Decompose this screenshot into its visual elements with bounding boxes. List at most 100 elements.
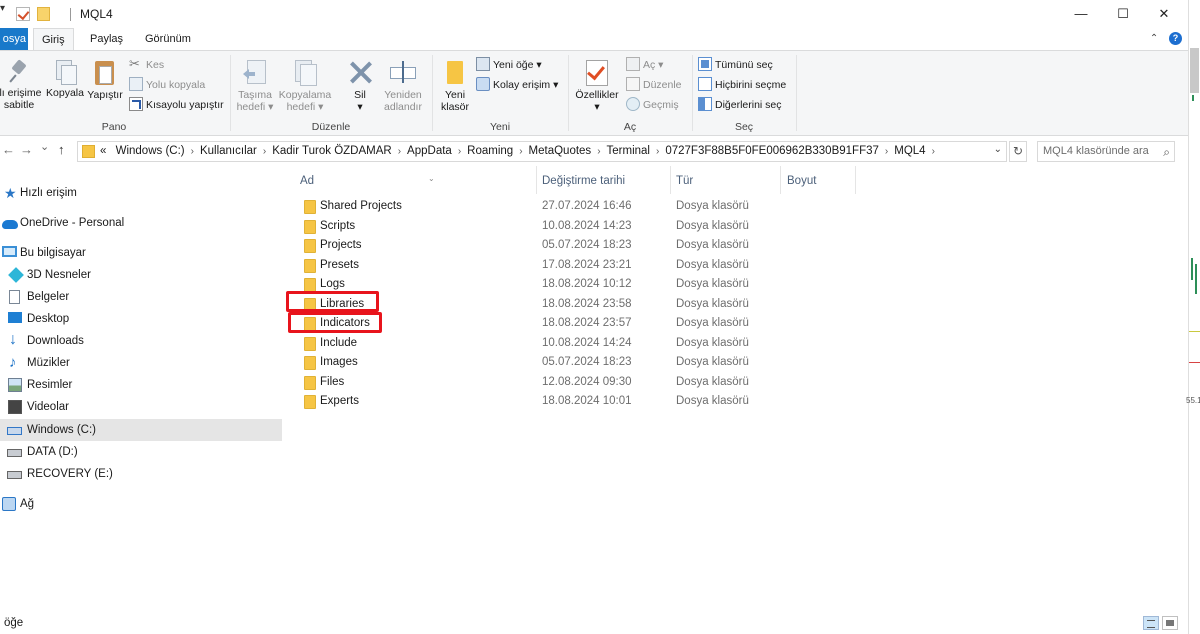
properties-quick-icon[interactable] (16, 7, 30, 21)
search-icon[interactable]: ⌕ (1163, 145, 1170, 160)
new-folder-button[interactable]: Yeni klasör (436, 54, 474, 113)
breadcrumb-item[interactable]: Roaming (467, 145, 513, 157)
sidebar-item-3d-objects[interactable]: 3D Nesneler (0, 264, 282, 286)
history-button[interactable]: Geçmiş (626, 96, 679, 114)
new-item-button[interactable]: Yeni öğe ▾ (476, 56, 542, 74)
refresh-button[interactable]: ↻ (1009, 141, 1027, 162)
table-row[interactable]: Indicators 18.08.2024 23:57 Dosya klasörü (282, 314, 1188, 333)
search-input[interactable] (1043, 145, 1153, 157)
copy-to-button[interactable]: Kopyalama hedefi ▾ (278, 54, 332, 113)
table-row[interactable]: Scripts 10.08.2024 14:23 Dosya klasörü (282, 217, 1188, 236)
details-view-icon[interactable] (1143, 616, 1159, 630)
scrollbar-thumb[interactable] (1190, 48, 1199, 93)
address-bar[interactable]: « Windows (C:) › Kullanıcılar › Kadir Turok … (77, 141, 1007, 162)
file-name: Include (320, 336, 358, 349)
breadcrumb-item[interactable]: AppData (407, 145, 452, 157)
sidebar-item-label: Videolar (27, 401, 69, 413)
breadcrumb-separator-icon[interactable]: › (519, 146, 522, 157)
sidebar-item-windows-c[interactable]: Windows (C:) (0, 419, 282, 441)
paste-button[interactable]: Yapıştır (86, 54, 124, 101)
table-row[interactable]: Logs 18.08.2024 10:12 Dosya klasörü (282, 275, 1188, 294)
breadcrumb-separator-icon[interactable]: › (263, 146, 266, 157)
breadcrumb-separator-icon[interactable]: › (191, 146, 194, 157)
pin-icon (8, 58, 30, 84)
sidebar-item-music[interactable]: Müzikler (0, 352, 282, 374)
rename-button[interactable]: Yeniden adlandır (380, 54, 426, 113)
copy-button[interactable]: Kopyala (45, 54, 85, 99)
breadcrumb-separator-icon[interactable]: › (398, 146, 401, 157)
sidebar-item-onedrive[interactable]: OneDrive - Personal (0, 212, 282, 234)
paste-shortcut-button[interactable]: Kısayolu yapıştır (129, 96, 224, 114)
delete-button[interactable]: Sil ▾ (340, 54, 380, 113)
recent-locations-icon[interactable]: ⌄ (40, 140, 49, 153)
move-to-button[interactable]: Taşıma hedefi ▾ (234, 54, 276, 113)
table-row[interactable]: Shared Projects 27.07.2024 16:46 Dosya kla… (282, 197, 1188, 216)
sidebar-item-this-pc[interactable]: Bu bilgisayar (0, 242, 282, 264)
easy-access-button[interactable]: Kolay erişim ▾ (476, 76, 558, 94)
breadcrumb-item[interactable]: MQL4 (894, 145, 925, 157)
search-box[interactable]: ⌕ (1037, 141, 1175, 162)
column-divider[interactable] (536, 166, 537, 194)
sidebar-item-quick-access[interactable]: Hızlı erişim (0, 182, 282, 204)
column-header-size[interactable]: Boyut (787, 169, 855, 193)
table-row[interactable]: Files 12.08.2024 09:30 Dosya klasörü (282, 373, 1188, 392)
edit-button[interactable]: Düzenle (626, 76, 682, 94)
quick-access-toolbar-dropdown[interactable]: ▾ (0, 3, 5, 14)
select-none-button[interactable]: Hiçbirini seçme (698, 76, 786, 94)
large-icons-view-icon[interactable] (1162, 616, 1178, 630)
column-header-name[interactable]: Ad ⌄ (300, 169, 536, 193)
properties-button[interactable]: Özellikler ▾ (572, 54, 622, 113)
help-icon[interactable]: ? (1169, 32, 1182, 45)
invert-selection-button[interactable]: Diğerlerini seç (698, 96, 782, 114)
table-row[interactable]: Projects 05.07.2024 18:23 Dosya klasörü (282, 236, 1188, 255)
sidebar-item-pictures[interactable]: Resimler (0, 374, 282, 396)
new-folder-quick-icon[interactable] (37, 7, 50, 21)
breadcrumb-separator-icon[interactable]: › (885, 146, 888, 157)
table-row[interactable]: Presets 17.08.2024 23:21 Dosya klasörü (282, 256, 1188, 275)
breadcrumb-item[interactable]: Terminal (607, 145, 650, 157)
select-all-button[interactable]: Tümünü seç (698, 56, 773, 74)
sidebar-item-documents[interactable]: Belgeler (0, 286, 282, 308)
close-button[interactable]: ✕ (1142, 0, 1186, 28)
address-dropdown-icon[interactable]: ⌄ (994, 144, 1002, 155)
tab-home[interactable]: Giriş (33, 28, 74, 50)
breadcrumb-item[interactable]: MetaQuotes (529, 145, 592, 157)
ribbon-expand-icon[interactable]: ⌃ (1150, 33, 1158, 44)
sidebar-item-desktop[interactable]: Desktop (0, 308, 282, 330)
sidebar-item-network[interactable]: Ağ (0, 493, 282, 515)
tab-file[interactable]: osya (0, 28, 28, 50)
breadcrumb-separator-icon[interactable]: › (932, 146, 935, 157)
breadcrumb-separator-icon[interactable]: › (597, 146, 600, 157)
column-divider[interactable] (855, 166, 856, 194)
sidebar-item-data-d[interactable]: DATA (D:) (0, 441, 282, 463)
tab-view[interactable]: Görünüm (137, 28, 199, 50)
sidebar-item-recovery-e[interactable]: RECOVERY (E:) (0, 463, 282, 485)
breadcrumb-separator-icon[interactable]: › (656, 146, 659, 157)
table-row[interactable]: Experts 18.08.2024 10:01 Dosya klasörü (282, 392, 1188, 411)
tab-share[interactable]: Paylaş (82, 28, 131, 50)
table-row[interactable]: Libraries 18.08.2024 23:58 Dosya klasörü (282, 295, 1188, 314)
address-prefix[interactable]: « (100, 145, 106, 157)
column-header-date[interactable]: Değiştirme tarihi (542, 169, 670, 193)
sidebar-item-videos[interactable]: Videolar (0, 396, 282, 418)
copy-path-button[interactable]: Yolu kopyala (129, 76, 205, 94)
column-header-type[interactable]: Tür (676, 169, 780, 193)
cut-button[interactable]: Kes (129, 55, 164, 74)
column-divider[interactable] (670, 166, 671, 194)
table-row[interactable]: Include 10.08.2024 14:24 Dosya klasörü (282, 334, 1188, 353)
back-icon[interactable]: ← (2, 142, 15, 157)
forward-icon[interactable]: → (20, 142, 33, 157)
minimize-button[interactable]: — (1059, 0, 1103, 28)
pin-quick-access-button[interactable]: ılı erişime sabitle (0, 54, 44, 111)
breadcrumb-item[interactable]: Windows (C:) (116, 145, 185, 157)
breadcrumb-separator-icon[interactable]: › (458, 146, 461, 157)
table-row[interactable]: Images 05.07.2024 18:23 Dosya klasörü (282, 353, 1188, 372)
sidebar-item-downloads[interactable]: Downloads (0, 329, 282, 352)
breadcrumb-item[interactable]: Kadir Turok ÖZDAMAR (272, 145, 392, 157)
column-divider[interactable] (780, 166, 781, 194)
open-button[interactable]: Aç ▾ (626, 56, 663, 74)
up-icon[interactable]: ↑ (58, 142, 65, 157)
breadcrumb-item[interactable]: 0727F3F88B5F0FE006962B330B91FF37 (665, 145, 879, 157)
breadcrumb-item[interactable]: Kullanıcılar (200, 145, 257, 157)
maximize-button[interactable]: ☐ (1101, 0, 1145, 28)
